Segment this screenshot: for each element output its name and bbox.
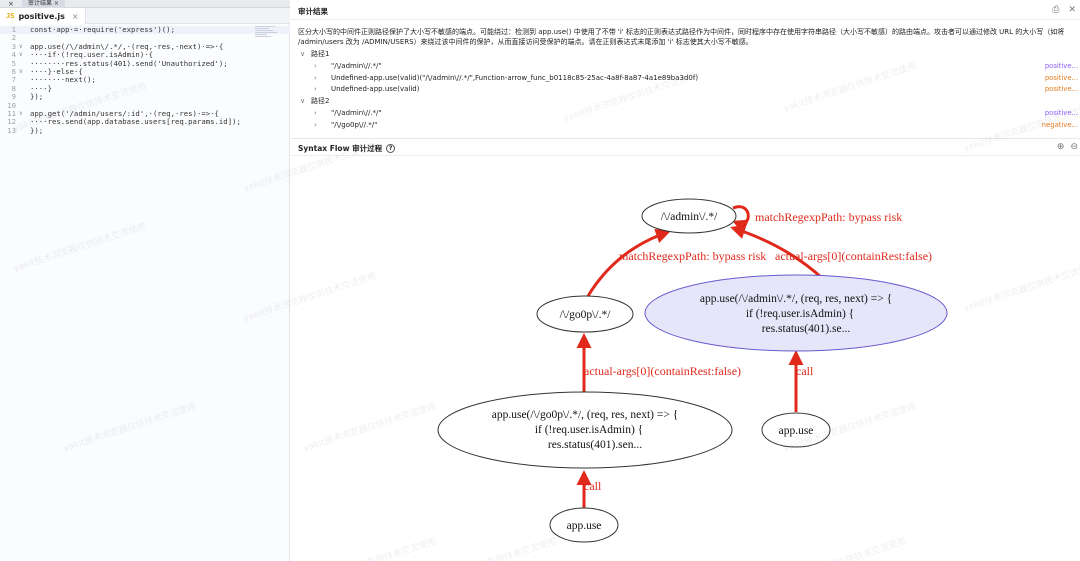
- edge-go0p-to-admin: [586, 228, 671, 297]
- edge-label-go0p-to-admin: matchRegexpPath: bypass risk: [619, 249, 766, 263]
- node-use-admin-line3: res.status(401).se...: [762, 323, 851, 335]
- edge-label-call-right: call: [796, 364, 814, 378]
- syntax-flow-graph[interactable]: /\/admin\/.*/ /\/go0p\/.*/ app.use(/\/ad…: [0, 0, 1080, 561]
- node-use-go0p[interactable]: app.use(/\/go0p\/.*/, (req, res, next) =…: [437, 391, 733, 469]
- node-admin-regex[interactable]: /\/admin\/.*/: [641, 198, 737, 234]
- app-window: × 审计结果 × JS positive.js × 1 const·app·=·r…: [0, 0, 1080, 561]
- node-use-admin[interactable]: app.use(/\/admin\/.*/, (req, res, next) …: [644, 274, 948, 352]
- node-use-go0p-line2: if (!req.user.isAdmin) {: [535, 424, 643, 436]
- node-go0p-regex[interactable]: /\/go0p\/.*/: [536, 295, 634, 333]
- edge-label-self-loop: matchRegexpPath: bypass risk: [755, 210, 902, 224]
- node-use-go0p-line1: app.use(/\/go0p\/.*/, (req, res, next) =…: [492, 409, 678, 421]
- node-appuse-right[interactable]: app.use: [761, 412, 831, 448]
- node-use-admin-line2: if (!req.user.isAdmin) {: [746, 308, 854, 320]
- edge-label-call-bottom: call: [584, 479, 602, 493]
- node-appuse-right-label: app.use: [779, 425, 814, 437]
- node-go0p-label: /\/go0p\/.*/: [560, 309, 612, 321]
- node-appuse-bottom[interactable]: app.use: [549, 507, 619, 543]
- node-use-go0p-line3: res.status(401).sen...: [548, 439, 642, 451]
- node-admin-label: /\/admin\/.*/: [661, 211, 718, 223]
- node-appuse-bottom-label: app.use: [567, 520, 602, 532]
- edge-label-useadmin-to-admin: actual-args[0](containRest:false): [775, 249, 932, 263]
- node-use-admin-line1: app.use(/\/admin\/.*/, (req, res, next) …: [700, 293, 892, 305]
- edge-label-usego0p-to-go0p: actual-args[0](containRest:false): [584, 364, 741, 378]
